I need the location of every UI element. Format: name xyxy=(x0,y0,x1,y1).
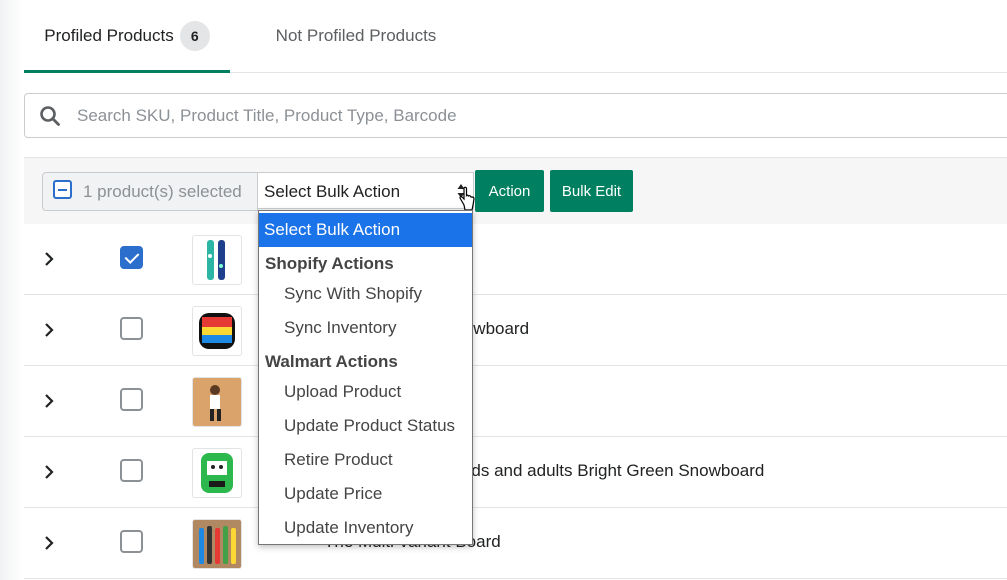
bulk-edit-button[interactable]: Bulk Edit xyxy=(550,170,633,212)
search-input[interactable] xyxy=(75,102,979,130)
search-bar xyxy=(24,93,1007,138)
dropdown-option-select-bulk-action[interactable]: Select Bulk Action xyxy=(259,213,472,247)
dropdown-option-update-product-status[interactable]: Update Product Status xyxy=(259,409,472,443)
dropdown-option-update-inventory[interactable]: Update Inventory xyxy=(259,511,472,545)
selected-count-text: 1 product(s) selected xyxy=(83,182,242,201)
table-row[interactable]: imming board for Kids and adults Bright … xyxy=(24,437,1007,508)
chevron-right-icon[interactable] xyxy=(42,534,56,552)
table-row[interactable]: The Multi-variant Board xyxy=(24,508,1007,579)
tab-label: Profiled Products xyxy=(44,26,174,45)
row-checkbox[interactable] xyxy=(120,459,143,482)
dropdown-group-shopify-actions: Shopify Actions xyxy=(265,254,394,273)
dropdown-option-sync-inventory[interactable]: Sync Inventory xyxy=(259,311,472,345)
chevron-right-icon[interactable] xyxy=(42,463,56,481)
dropdown-option-retire-product[interactable]: Retire Product xyxy=(259,443,472,477)
tab-label: Not Profiled Products xyxy=(275,26,437,45)
row-checkbox[interactable] xyxy=(120,388,143,411)
dropdown-option-upload-product[interactable]: Upload Product xyxy=(259,375,472,409)
row-checkbox[interactable] xyxy=(120,530,143,553)
left-edge-shadow xyxy=(0,0,24,580)
bulk-action-select[interactable]: Select Bulk Action xyxy=(257,172,474,209)
row-checkbox[interactable] xyxy=(120,317,143,340)
table-row[interactable]: wboard xyxy=(24,224,1007,295)
hand-cursor-icon xyxy=(459,186,475,211)
tab-not-profiled-products[interactable]: Not Profiled Products xyxy=(246,0,466,72)
product-thumbnail xyxy=(192,306,242,356)
product-thumbnail xyxy=(192,448,242,498)
bulk-action-bar: 1 product(s) selected Select Bulk Action… xyxy=(24,157,1007,225)
dropdown-option-update-price[interactable]: Update Price xyxy=(259,477,472,511)
product-thumbnail xyxy=(192,377,242,427)
chevron-right-icon[interactable] xyxy=(42,392,56,410)
chevron-right-icon[interactable] xyxy=(42,321,56,339)
product-thumbnail xyxy=(192,235,242,285)
table-row[interactable]: 10 cm Freeride Snowboard xyxy=(24,295,1007,366)
bulk-action-dropdown: Select Bulk Action Shopify Actions Sync … xyxy=(258,210,473,545)
search-icon xyxy=(40,106,60,126)
dropdown-option-sync-with-shopify[interactable]: Sync With Shopify xyxy=(259,277,472,311)
chevron-right-icon[interactable] xyxy=(42,250,56,268)
tab-profiled-products[interactable]: Profiled Products 6 xyxy=(24,0,230,73)
bulk-action-select-value: Select Bulk Action xyxy=(264,182,401,201)
dropdown-group-walmart-actions: Walmart Actions xyxy=(265,352,398,371)
row-checkbox[interactable] xyxy=(120,246,143,269)
deselect-all-checkbox[interactable] xyxy=(53,180,72,199)
action-button[interactable]: Action xyxy=(475,170,544,212)
product-thumbnail xyxy=(192,519,242,569)
tab-bar: Profiled Products 6 Not Profiled Product… xyxy=(24,0,1007,73)
selection-summary: 1 product(s) selected xyxy=(42,172,258,211)
table-row[interactable] xyxy=(24,366,1007,437)
active-tab-indicator xyxy=(24,70,230,73)
count-badge: 6 xyxy=(179,21,210,51)
